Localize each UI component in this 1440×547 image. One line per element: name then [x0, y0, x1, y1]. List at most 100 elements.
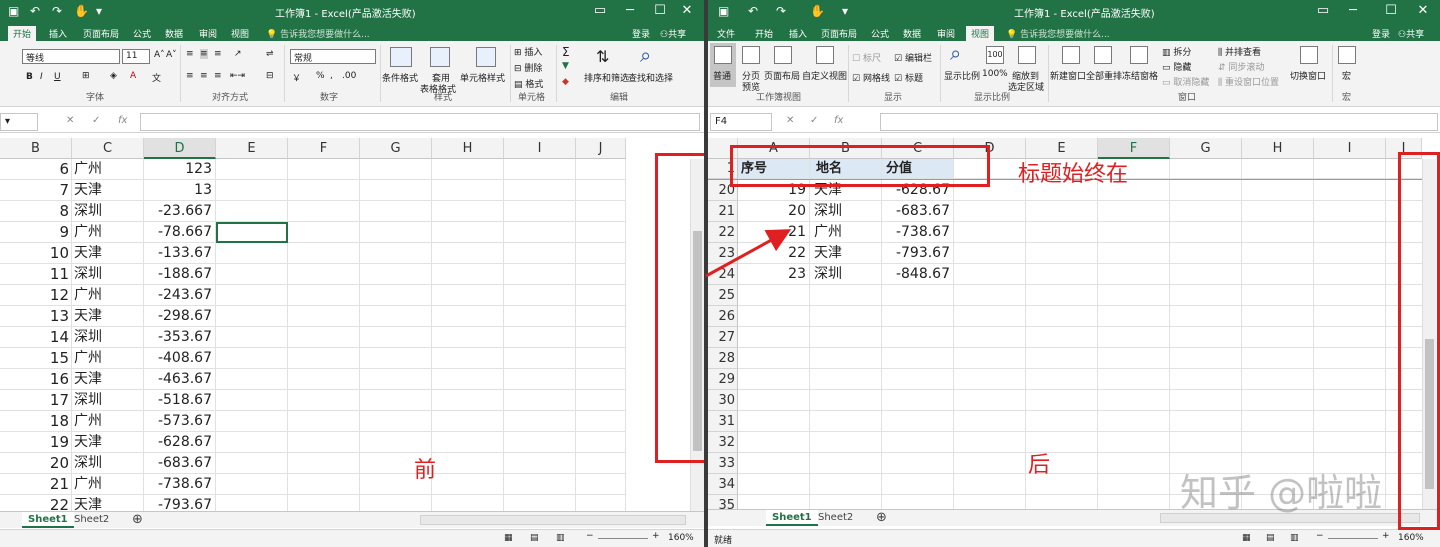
- cell-b[interactable]: 天津: [72, 369, 144, 390]
- cell-c[interactable]: -793.67: [882, 243, 954, 264]
- cell[interactable]: [1026, 201, 1098, 222]
- freeze-panes-button[interactable]: 冻结窗格: [1122, 69, 1158, 82]
- hide-button[interactable]: ▭ 隐藏: [1162, 60, 1191, 73]
- cell[interactable]: [810, 285, 882, 306]
- italic-button[interactable]: I: [40, 72, 43, 82]
- cell-b[interactable]: 广州: [72, 222, 144, 243]
- tab-page-layout[interactable]: 页面布局: [78, 26, 124, 41]
- row-header[interactable]: 34: [708, 474, 738, 495]
- cell[interactable]: [504, 432, 576, 453]
- cell[interactable]: [1098, 285, 1170, 306]
- page-layout-view-icon[interactable]: ▤: [530, 533, 539, 543]
- page-layout-view-icon[interactable]: ▤: [1266, 533, 1275, 543]
- cell[interactable]: [216, 306, 288, 327]
- cell[interactable]: [216, 369, 288, 390]
- page-break-view-icon[interactable]: ▥: [556, 533, 565, 543]
- tab-insert[interactable]: 插入: [44, 26, 72, 41]
- cell[interactable]: [288, 369, 360, 390]
- cell[interactable]: [432, 159, 504, 180]
- zoom-out-icon[interactable]: −: [586, 531, 594, 541]
- cell[interactable]: [576, 222, 626, 243]
- cell[interactable]: [288, 222, 360, 243]
- normal-view-icon[interactable]: ▦: [504, 533, 513, 543]
- cell[interactable]: [576, 453, 626, 474]
- cell[interactable]: [1098, 411, 1170, 432]
- cell[interactable]: [1314, 411, 1386, 432]
- cell[interactable]: [576, 180, 626, 201]
- share-button[interactable]: ⚇共享: [1398, 27, 1424, 40]
- zoom-level[interactable]: 160%: [1398, 533, 1424, 543]
- formula-input[interactable]: [880, 113, 1438, 131]
- cell[interactable]: [360, 327, 432, 348]
- cell-b[interactable]: 深圳: [810, 264, 882, 285]
- cell[interactable]: [432, 306, 504, 327]
- cell[interactable]: [882, 348, 954, 369]
- column-header[interactable]: F: [288, 138, 360, 159]
- tab-review[interactable]: 审阅: [194, 26, 222, 41]
- enter-icon[interactable]: ✓: [92, 115, 100, 126]
- cell[interactable]: [360, 285, 432, 306]
- shrink-font-icon[interactable]: A˅: [166, 50, 177, 60]
- cell-b[interactable]: 天津: [72, 306, 144, 327]
- cell[interactable]: [954, 243, 1026, 264]
- row-header[interactable]: 24: [708, 264, 738, 285]
- cell[interactable]: [1314, 201, 1386, 222]
- cell[interactable]: [360, 159, 432, 180]
- cell[interactable]: [1242, 411, 1314, 432]
- tab-view[interactable]: 视图: [226, 26, 254, 41]
- cell[interactable]: [954, 264, 1026, 285]
- cell-a[interactable]: 16: [0, 369, 72, 390]
- cell[interactable]: [1098, 432, 1170, 453]
- currency-icon[interactable]: ￥: [292, 71, 301, 84]
- cell-a[interactable]: 22: [738, 243, 810, 264]
- cell[interactable]: [432, 369, 504, 390]
- cell-a[interactable]: 14: [0, 327, 72, 348]
- cell[interactable]: [144, 390, 216, 411]
- cell[interactable]: [216, 411, 288, 432]
- enter-icon[interactable]: ✓: [810, 115, 818, 126]
- undo-icon[interactable]: ↶: [748, 4, 758, 18]
- cell-b[interactable]: 深圳: [72, 201, 144, 222]
- normal-view-icon[interactable]: ▦: [1242, 533, 1251, 543]
- zoom-level[interactable]: 160%: [668, 533, 694, 543]
- cell-b[interactable]: 天津: [810, 243, 882, 264]
- cell[interactable]: [1314, 264, 1386, 285]
- cell[interactable]: [810, 369, 882, 390]
- cell[interactable]: [738, 411, 810, 432]
- cell[interactable]: [1170, 201, 1242, 222]
- cell[interactable]: [504, 306, 576, 327]
- cell[interactable]: [1170, 180, 1242, 201]
- cell[interactable]: [216, 474, 288, 495]
- cell[interactable]: [1170, 348, 1242, 369]
- tab-home[interactable]: 开始: [8, 26, 37, 41]
- cell[interactable]: [144, 159, 216, 180]
- sync-scroll-button[interactable]: ⇵ 同步滚动: [1218, 60, 1264, 73]
- cell[interactable]: [216, 159, 288, 180]
- cell[interactable]: [1098, 201, 1170, 222]
- cell[interactable]: [882, 369, 954, 390]
- cell[interactable]: [504, 264, 576, 285]
- tab-home[interactable]: 开始: [750, 26, 778, 41]
- cell[interactable]: [144, 432, 216, 453]
- border-icon[interactable]: ⊞: [82, 71, 90, 81]
- cell[interactable]: [1098, 474, 1170, 495]
- cell[interactable]: [1098, 348, 1170, 369]
- cell[interactable]: [360, 390, 432, 411]
- cell[interactable]: [504, 285, 576, 306]
- cell[interactable]: [576, 474, 626, 495]
- cell[interactable]: [810, 390, 882, 411]
- cell[interactable]: [810, 453, 882, 474]
- cell[interactable]: [504, 348, 576, 369]
- cell[interactable]: [1242, 369, 1314, 390]
- spreadsheet-grid[interactable]: ABCDEFGHIJ6广州1237天津138深圳-23.6679广州-78.66…: [0, 138, 690, 513]
- cell[interactable]: [144, 243, 216, 264]
- fill-color-icon[interactable]: ◈: [110, 71, 117, 81]
- find-select-button[interactable]: 查找和选择: [628, 71, 673, 84]
- cell[interactable]: [882, 453, 954, 474]
- grow-font-icon[interactable]: A˄: [154, 50, 165, 60]
- customize-qat-icon[interactable]: ▾: [96, 4, 102, 18]
- cell[interactable]: [738, 432, 810, 453]
- cell[interactable]: [1098, 264, 1170, 285]
- page-break-view-icon[interactable]: ▥: [1290, 533, 1299, 543]
- undo-icon[interactable]: ↶: [30, 4, 40, 18]
